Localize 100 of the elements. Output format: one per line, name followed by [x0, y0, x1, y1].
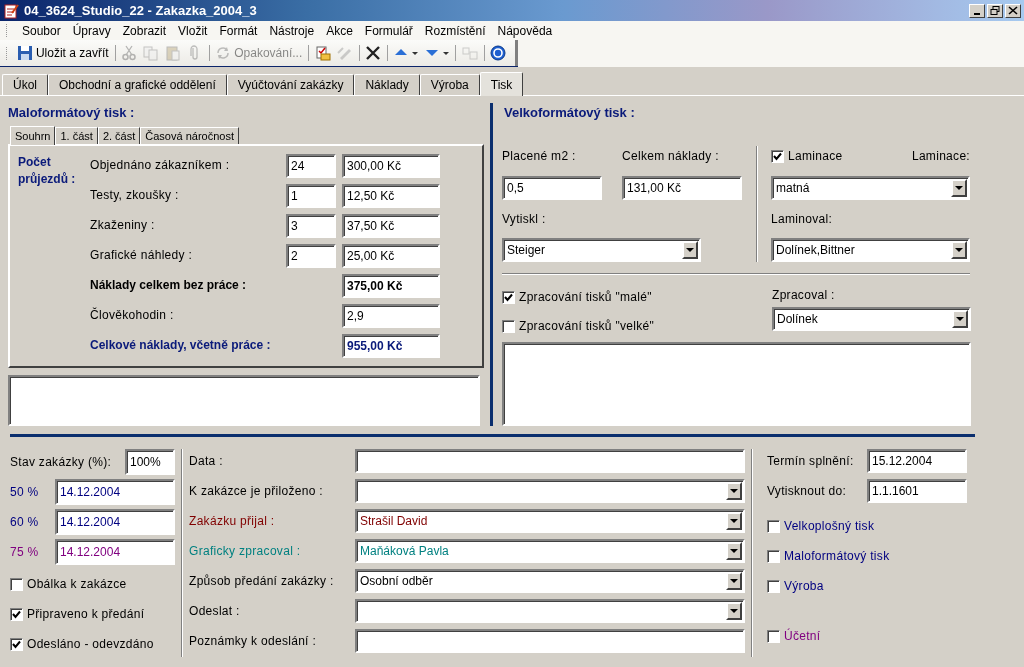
dropdown-field[interactable]: matná	[771, 176, 970, 200]
section-title: Velkoformátový tisk :	[503, 103, 636, 122]
dropdown-field[interactable]	[355, 599, 745, 623]
field-label: Testy, zkoušky :	[90, 187, 180, 204]
checkmark-icon	[12, 639, 21, 649]
dropdown-button[interactable]	[726, 542, 742, 560]
field-label: Laminoval:	[771, 211, 834, 228]
input-field[interactable]: 300,00 Kč	[342, 154, 440, 178]
checkbox-label[interactable]: Odesláno - odevzdáno	[27, 637, 154, 651]
scissors-icon	[120, 45, 137, 61]
input-field[interactable]	[355, 629, 745, 653]
tab[interactable]: Úkol	[2, 74, 48, 95]
dropdown-button[interactable]	[682, 241, 698, 259]
dropdown-field[interactable]: Osobní odběr	[355, 569, 745, 593]
checkbox[interactable]	[502, 319, 515, 333]
checkbox[interactable]	[767, 629, 780, 643]
input-field[interactable]: 25,00 Kč	[342, 244, 440, 268]
checkbox[interactable]	[767, 519, 780, 533]
input-field[interactable]	[355, 449, 745, 473]
input-field[interactable]: 955,00 Kč	[342, 334, 440, 358]
input-field[interactable]: 24	[286, 154, 336, 178]
input-field[interactable]: 15.12.2004	[867, 449, 967, 473]
input-field[interactable]: 37,50 Kč	[342, 214, 440, 238]
checkbox-label[interactable]: Maloformátový tisk	[784, 549, 890, 563]
field-label: Stav zakázky (%):	[10, 454, 112, 471]
dropdown-button[interactable]	[952, 310, 968, 328]
checkbox-label[interactable]: Účetní	[784, 629, 821, 643]
dropdown-button[interactable]	[726, 512, 742, 530]
field-label: Vytiskl :	[502, 211, 547, 228]
toolbar-overflow-button[interactable]	[514, 40, 518, 66]
checkbox-label[interactable]: Zpracování tisků "malé"	[519, 290, 652, 304]
input-field[interactable]: 1.1.1601	[867, 479, 967, 503]
restore-button[interactable]	[987, 3, 1003, 18]
checkbox-label[interactable]: Zpracování tisků "velké"	[519, 319, 655, 333]
dropdown-button[interactable]	[726, 572, 742, 590]
dropdown-field[interactable]: Dolínek	[772, 307, 971, 331]
input-field[interactable]: 3	[286, 214, 336, 238]
tab[interactable]: Vyúčtování zakázky	[226, 74, 355, 95]
input-field[interactable]: 375,00 Kč	[342, 274, 440, 298]
menu-item[interactable]: Formát	[213, 23, 264, 38]
tab[interactable]: Náklady	[354, 74, 420, 95]
tab[interactable]: Tisk	[479, 72, 524, 96]
input-field[interactable]: 131,00 Kč	[622, 176, 742, 200]
dropdown-field[interactable]: Strašil David	[355, 509, 745, 533]
dropdown-button[interactable]	[951, 179, 967, 197]
toolbar-button[interactable]: Uložit a zavřít	[13, 43, 112, 63]
tab[interactable]: Obchodní a grafické oddělení	[48, 74, 227, 95]
tab[interactable]: Souhrn	[10, 126, 56, 145]
checkbox-label[interactable]: Výroba	[784, 579, 824, 593]
checkbox[interactable]	[10, 577, 23, 591]
input-field[interactable]: 2	[286, 244, 336, 268]
checkmark-icon	[773, 151, 782, 161]
menu-item[interactable]: Vložit	[172, 23, 214, 38]
checkbox[interactable]	[10, 607, 23, 621]
menu-item[interactable]: Úpravy	[66, 23, 117, 38]
minimize-button[interactable]	[969, 3, 985, 18]
dropdown-button[interactable]	[726, 482, 742, 500]
menu-item[interactable]: Formulář	[358, 23, 419, 38]
input-field[interactable]	[8, 375, 480, 426]
dropdown-button[interactable]	[951, 241, 967, 259]
dropdown-field[interactable]: Steiger	[502, 238, 701, 262]
field-label: Zakázku přijal :	[189, 513, 276, 530]
checkbox[interactable]	[502, 290, 515, 304]
restore-icon	[990, 6, 1000, 15]
checkbox-label[interactable]: Laminace	[788, 149, 843, 163]
checkbox[interactable]	[767, 549, 780, 563]
input-field[interactable]: 2,9	[342, 304, 440, 328]
checkbox-label[interactable]: Připraveno k předání	[27, 607, 145, 621]
checkbox[interactable]	[771, 149, 784, 163]
input-field[interactable]: 100%	[125, 449, 175, 475]
dropdown-field[interactable]: Maňáková Pavla	[355, 539, 745, 563]
tab[interactable]: 1. část	[55, 127, 98, 144]
input-field[interactable]: 14.12.2004	[55, 509, 175, 535]
input-field[interactable]: 14.12.2004	[55, 479, 175, 505]
tab[interactable]: Časová náročnost	[140, 127, 239, 144]
input-field[interactable]: 14.12.2004	[55, 539, 175, 565]
input-field[interactable]: 1	[286, 184, 336, 208]
input-field[interactable]	[502, 342, 971, 426]
x-icon	[364, 45, 381, 61]
dropdown-field[interactable]	[355, 479, 745, 503]
milestone-label: 60 %	[10, 514, 39, 531]
input-field[interactable]: 12,50 Kč	[342, 184, 440, 208]
menu-item[interactable]: Soubor	[16, 23, 67, 38]
input-field[interactable]: 0,5	[502, 176, 602, 200]
dropdown-field[interactable]: Dolínek,Bittner	[771, 238, 970, 262]
checkbox[interactable]	[767, 579, 780, 593]
tab[interactable]: 2. část	[97, 127, 141, 144]
checkbox-label[interactable]: Velkoplošný tisk	[784, 519, 875, 533]
menu-item[interactable]: Nástroje	[263, 23, 321, 38]
field-label: Člověkohodin :	[90, 306, 175, 324]
close-button[interactable]	[1005, 3, 1021, 18]
tab[interactable]: Výroba	[419, 74, 480, 95]
menu-item[interactable]: Rozmístění	[418, 23, 492, 38]
menu-item[interactable]: Zobrazit	[116, 23, 173, 38]
dropdown-button[interactable]	[726, 602, 742, 620]
checkbox-label[interactable]: Obálka k zakázce	[27, 577, 127, 591]
menu-item[interactable]: Nápověda	[491, 23, 559, 38]
menu-item[interactable]: Akce	[320, 23, 359, 38]
field-label: Graficky zpracoval :	[189, 543, 302, 560]
checkbox[interactable]	[10, 637, 23, 651]
